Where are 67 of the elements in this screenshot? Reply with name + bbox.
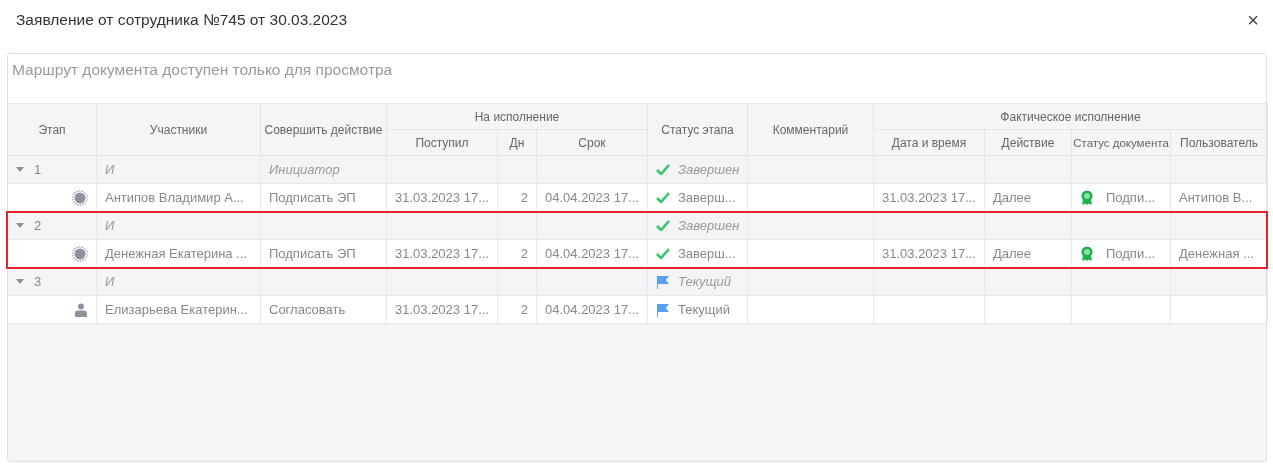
stage-action: Инициатор bbox=[269, 162, 340, 177]
notice-text: Маршрут документа доступен только для просмотра bbox=[8, 54, 1266, 104]
check-icon bbox=[656, 164, 670, 175]
column-header: Статус документа bbox=[1073, 136, 1169, 149]
user-name: Антипов В... bbox=[1179, 190, 1253, 205]
column-header: Комментарий bbox=[772, 122, 849, 137]
participant-name: Денежная Екатерина ... bbox=[105, 246, 248, 261]
days-count: 2 bbox=[520, 190, 528, 205]
days-count: 2 bbox=[520, 302, 528, 317]
column-group-header: На исполнение bbox=[474, 109, 560, 124]
days-count: 2 bbox=[520, 246, 528, 261]
execution-date: 31.03.2023 17... bbox=[882, 190, 976, 205]
column-header: Дата и время bbox=[891, 135, 967, 150]
caret-icon[interactable] bbox=[16, 223, 24, 228]
column-header: Дн bbox=[509, 135, 525, 150]
close-button[interactable]: × bbox=[1243, 8, 1263, 32]
action-text: Согласовать bbox=[269, 302, 346, 317]
flag-icon bbox=[656, 302, 670, 317]
received-date: 31.03.2023 17... bbox=[395, 246, 489, 261]
column-header: Этап bbox=[38, 122, 66, 137]
caret-icon[interactable] bbox=[16, 279, 24, 284]
execution-action: Далее bbox=[993, 190, 1032, 205]
stage-status: Завершен bbox=[678, 162, 740, 177]
received-date: 31.03.2023 17... bbox=[395, 302, 489, 317]
seal-icon bbox=[72, 189, 88, 206]
column-header: Действие bbox=[1001, 135, 1055, 150]
seal-icon bbox=[72, 245, 88, 262]
deadline-date: 04.04.2023 17... bbox=[545, 190, 639, 205]
participant-name: Антипов Владимир А... bbox=[105, 190, 244, 205]
execution-action: Далее bbox=[993, 246, 1032, 261]
check-icon bbox=[656, 220, 670, 231]
award-icon bbox=[1080, 245, 1094, 262]
column-header: Срок bbox=[578, 135, 606, 150]
column-header: Статус этапа bbox=[661, 122, 734, 137]
stage-number: 3 bbox=[34, 274, 42, 289]
column-header: Пользователь bbox=[1180, 135, 1258, 150]
check-icon bbox=[656, 248, 670, 259]
participant-status: Текущий bbox=[678, 302, 730, 317]
flag-icon bbox=[656, 274, 670, 289]
award-icon bbox=[1080, 189, 1094, 206]
user-name: Денежная ... bbox=[1179, 246, 1254, 261]
column-group-header: Фактическое исполнение bbox=[1000, 109, 1141, 124]
stage-number: 1 bbox=[34, 162, 42, 177]
participant-status: Заверш... bbox=[678, 190, 736, 205]
stage-number: 2 bbox=[34, 218, 42, 233]
execution-date: 31.03.2023 17... bbox=[882, 246, 976, 261]
column-header: Участники bbox=[149, 122, 208, 137]
stage-type: И bbox=[105, 274, 115, 289]
user-icon bbox=[74, 302, 88, 317]
stage-type: И bbox=[105, 218, 115, 233]
action-text: Подписать ЭП bbox=[269, 246, 356, 261]
column-header: Поступил bbox=[415, 135, 469, 150]
stage-type: И bbox=[105, 162, 115, 177]
column-header: Совершить действие bbox=[264, 122, 383, 137]
check-icon bbox=[656, 192, 670, 203]
document-status: Подпи... bbox=[1106, 190, 1155, 205]
deadline-date: 04.04.2023 17... bbox=[545, 302, 639, 317]
participant-name: Елизарьева Екатерин... bbox=[105, 302, 248, 317]
action-text: Подписать ЭП bbox=[269, 190, 356, 205]
stage-status: Завершен bbox=[678, 218, 740, 233]
stage-status: Текущий bbox=[678, 274, 731, 289]
caret-icon[interactable] bbox=[16, 167, 24, 172]
received-date: 31.03.2023 17... bbox=[395, 190, 489, 205]
deadline-date: 04.04.2023 17... bbox=[545, 246, 639, 261]
participant-status: Заверш... bbox=[678, 246, 736, 261]
document-status: Подпи... bbox=[1106, 246, 1155, 261]
window-title: Заявление от сотрудника №745 от 30.03.2023 bbox=[16, 11, 348, 29]
